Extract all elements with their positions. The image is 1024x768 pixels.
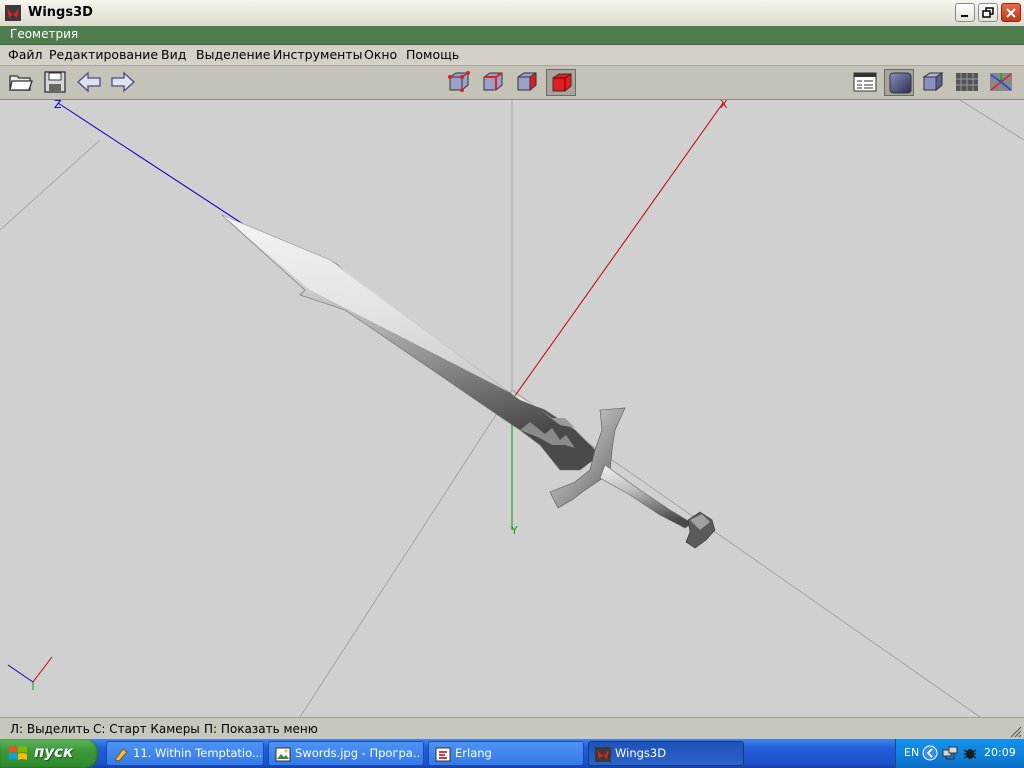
start-label: пуск bbox=[34, 743, 74, 761]
menu-window[interactable]: Окно bbox=[364, 47, 397, 62]
menu-view[interactable]: Вид bbox=[161, 47, 186, 62]
outliner-button[interactable] bbox=[850, 69, 880, 96]
menu-edit[interactable]: Редактирование bbox=[49, 47, 158, 62]
face-mode-button[interactable] bbox=[512, 69, 542, 96]
language-indicator[interactable]: EN bbox=[904, 746, 919, 759]
y-axis-label: Y bbox=[510, 524, 518, 537]
task-erlang[interactable]: Erlang bbox=[428, 741, 584, 766]
title-bar[interactable]: Wings3D bbox=[0, 0, 1024, 27]
edge-cube-icon bbox=[483, 72, 503, 91]
bug-icon[interactable] bbox=[962, 745, 978, 761]
toolbar bbox=[0, 66, 1024, 100]
windows-logo-icon bbox=[9, 746, 27, 760]
task-within-temptation[interactable]: 11. Within Temptatio... bbox=[106, 741, 264, 766]
undo-button[interactable] bbox=[74, 69, 104, 96]
axes-icon bbox=[990, 73, 1012, 91]
orientation-gizmo bbox=[7, 656, 53, 690]
grid-line bbox=[959, 100, 1024, 141]
restore-icon bbox=[982, 7, 994, 18]
x-axis-line bbox=[511, 102, 724, 401]
close-icon bbox=[1006, 8, 1016, 18]
save-button[interactable] bbox=[40, 69, 70, 96]
restore-button[interactable] bbox=[978, 3, 998, 22]
wings3d-app-icon bbox=[5, 5, 21, 21]
flat-shading-button[interactable] bbox=[918, 69, 948, 96]
geometry-label: Геометрия bbox=[10, 27, 79, 41]
resize-grip-icon[interactable] bbox=[1010, 726, 1022, 738]
task-label: Swords.jpg - Програ... bbox=[295, 746, 421, 760]
close-button[interactable] bbox=[1001, 3, 1021, 22]
tray-expand-icon[interactable] bbox=[922, 745, 938, 761]
media-player-icon bbox=[114, 748, 128, 762]
wings3d-task-icon bbox=[595, 747, 611, 762]
floppy-save-icon bbox=[44, 71, 66, 93]
scene[interactable]: X Y Z bbox=[0, 100, 1024, 717]
open-button[interactable] bbox=[6, 69, 36, 96]
task-label: Erlang bbox=[455, 746, 492, 760]
axes-button[interactable] bbox=[986, 69, 1016, 96]
image-viewer-icon bbox=[275, 747, 291, 762]
vertex-mode-button[interactable] bbox=[444, 69, 474, 96]
start-button[interactable]: пуск bbox=[0, 739, 98, 768]
body-cube-icon bbox=[552, 73, 572, 92]
menu-select[interactable]: Выделение bbox=[196, 47, 270, 62]
folder-open-icon bbox=[9, 75, 33, 91]
erlang-icon bbox=[435, 747, 451, 762]
redo-button[interactable] bbox=[108, 69, 138, 96]
clock[interactable]: 20:09 bbox=[984, 746, 1016, 759]
face-cube-icon bbox=[517, 72, 537, 92]
smooth-cube-icon bbox=[889, 72, 912, 94]
sword-model[interactable] bbox=[221, 214, 716, 549]
edge-mode-button[interactable] bbox=[478, 69, 508, 96]
flat-cube-icon bbox=[922, 72, 944, 92]
z-axis-label: Z bbox=[54, 100, 62, 111]
body-mode-button[interactable] bbox=[546, 69, 576, 96]
task-wings3d[interactable]: Wings3D bbox=[588, 741, 744, 766]
task-label: 11. Within Temptatio... bbox=[133, 746, 261, 760]
menu-tools[interactable]: Инструменты bbox=[273, 47, 362, 62]
smooth-shading-button[interactable] bbox=[884, 69, 914, 96]
vertex-cube-icon bbox=[448, 71, 470, 92]
status-left-hint: Л: Выделить bbox=[10, 722, 90, 736]
grid-line bbox=[0, 139, 101, 231]
arrow-right-icon bbox=[111, 71, 135, 93]
geometry-viewport[interactable]: X Y Z bbox=[0, 100, 1024, 717]
x-axis-label: X bbox=[720, 100, 728, 111]
menu-bar: Файл Редактирование Вид Выделение Инстру… bbox=[0, 45, 1024, 66]
taskbar: пуск 11. Within Temptatio... Swords.jpg … bbox=[0, 739, 1024, 768]
geometry-window-bar[interactable]: Геометрия bbox=[0, 26, 1024, 45]
status-right-hint: П: Показать меню bbox=[204, 722, 318, 736]
list-window-icon bbox=[853, 72, 877, 92]
system-tray: EN 20:09 bbox=[895, 739, 1024, 768]
minimize-icon bbox=[961, 15, 968, 17]
window-title: Wings3D bbox=[28, 5, 93, 20]
network-icon[interactable] bbox=[942, 745, 958, 761]
task-label: Wings3D bbox=[615, 746, 667, 760]
groundplane-button[interactable] bbox=[952, 69, 982, 96]
minimize-button[interactable] bbox=[955, 3, 975, 22]
status-middle-hint: С: Старт Камеры bbox=[93, 722, 200, 736]
task-swords-jpg[interactable]: Swords.jpg - Програ... bbox=[268, 741, 424, 766]
grid-plane-icon bbox=[956, 73, 978, 91]
grid-line bbox=[299, 389, 513, 717]
menu-file[interactable]: Файл bbox=[8, 47, 43, 62]
menu-help[interactable]: Помощь bbox=[406, 47, 459, 62]
arrow-left-icon bbox=[77, 71, 101, 93]
status-bar: Л: Выделить С: Старт Камеры П: Показать … bbox=[0, 717, 1024, 740]
